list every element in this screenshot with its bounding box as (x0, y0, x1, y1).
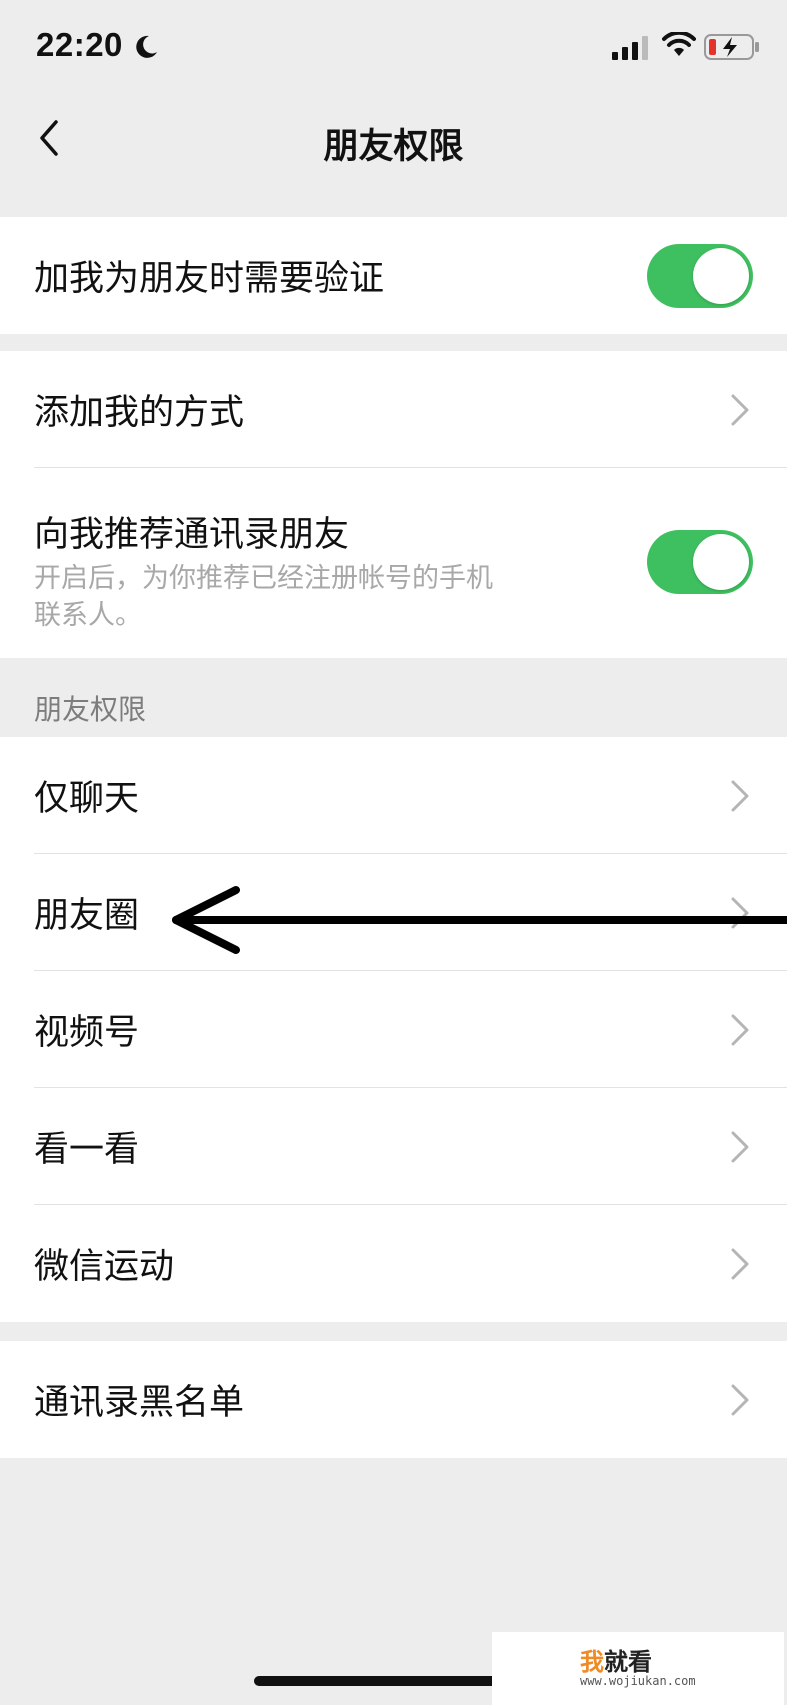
recommend-contacts-row: 向我推荐通讯录朋友 开启后，为你推荐已经注册帐号的手机联系人。 (0, 468, 787, 658)
permission-row-channels[interactable]: 视频号 (0, 971, 787, 1088)
recommend-description: 开启后，为你推荐已经注册帐号的手机联系人。 (34, 563, 493, 631)
permission-label: 微信运动 (34, 1247, 175, 1287)
blacklist-label: 通讯录黑名单 (34, 1383, 245, 1423)
page-title: 朋友权限 (323, 127, 464, 167)
watermark-url: www.wojiukan.com (580, 1674, 696, 1688)
permission-label: 仅聊天 (34, 779, 140, 819)
add-method-label: 添加我的方式 (34, 393, 245, 433)
permission-label: 朋友圈 (34, 896, 140, 936)
verify-toggle[interactable] (647, 243, 753, 308)
chevron-right-icon (731, 1384, 749, 1415)
add-settings-group: 添加我的方式 向我推荐通讯录朋友 开启后，为你推荐已经注册帐号的手机联系人。 (0, 351, 787, 658)
watermark-logo: 我就看 (580, 1648, 652, 1676)
friend-permissions-group: 仅聊天 朋友圈 视频号 看一看 微信运动 (0, 737, 787, 1322)
permission-label: 视频号 (34, 1013, 140, 1053)
status-bar: 22:20 (0, 0, 787, 100)
status-time: 22:20 (36, 26, 123, 63)
verify-group: 加我为朋友时需要验证 (0, 217, 787, 334)
blacklist-row[interactable]: 通讯录黑名单 (0, 1341, 787, 1458)
permission-row-top-stories[interactable]: 看一看 (0, 1088, 787, 1205)
blacklist-group: 通讯录黑名单 (0, 1341, 787, 1458)
annotation-arrow-icon (172, 886, 787, 954)
permission-label: 看一看 (34, 1130, 140, 1170)
add-method-row[interactable]: 添加我的方式 (0, 351, 787, 468)
chevron-right-icon (731, 1131, 749, 1162)
section-header: 朋友权限 (34, 693, 147, 726)
permission-row-werun[interactable]: 微信运动 (0, 1205, 787, 1322)
toggle-knob (693, 534, 749, 590)
wifi-icon (662, 32, 696, 56)
chevron-right-icon (731, 394, 749, 425)
battery-icon (704, 34, 759, 60)
verify-label: 加我为朋友时需要验证 (34, 259, 385, 299)
chevron-right-icon (731, 1014, 749, 1045)
chevron-right-icon (731, 780, 749, 811)
verify-row: 加我为朋友时需要验证 (0, 217, 787, 334)
recommend-toggle[interactable] (647, 530, 753, 594)
moon-icon (136, 35, 157, 58)
nav-bar: 朋友权限 (0, 100, 787, 215)
cellular-signal-icon (612, 36, 648, 60)
toggle-knob (693, 247, 749, 304)
permission-row-chat-only[interactable]: 仅聊天 (0, 737, 787, 854)
watermark: 我就看 www.wojiukan.com (492, 1632, 784, 1705)
chevron-right-icon (731, 1248, 749, 1279)
recommend-label: 向我推荐通讯录朋友 (34, 515, 350, 555)
